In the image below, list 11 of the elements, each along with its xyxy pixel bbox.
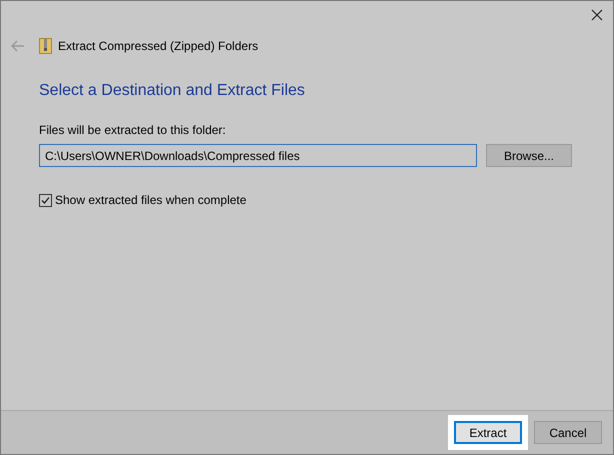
dialog-button[interactable]: Extract bbox=[454, 421, 522, 444]
checkmark-icon bbox=[40, 194, 51, 206]
window-title: Extract Compressed (Zipped) Folders bbox=[58, 38, 258, 55]
destination-field[interactable]: C:\Users\OWNER\Downloads\Compressed files bbox=[39, 144, 477, 167]
browse-button[interactable]: Browse... bbox=[486, 144, 572, 167]
destination-label: Files will be extracted to this folder: bbox=[39, 122, 227, 139]
dialog-button[interactable]: Cancel bbox=[534, 421, 602, 444]
show-files-checkbox[interactable]: Show extracted files when complete bbox=[39, 191, 572, 209]
close-icon[interactable] bbox=[591, 9, 603, 21]
zip-folder-icon bbox=[39, 38, 52, 54]
page-heading: Select a Destination and Extract Files bbox=[39, 81, 306, 101]
